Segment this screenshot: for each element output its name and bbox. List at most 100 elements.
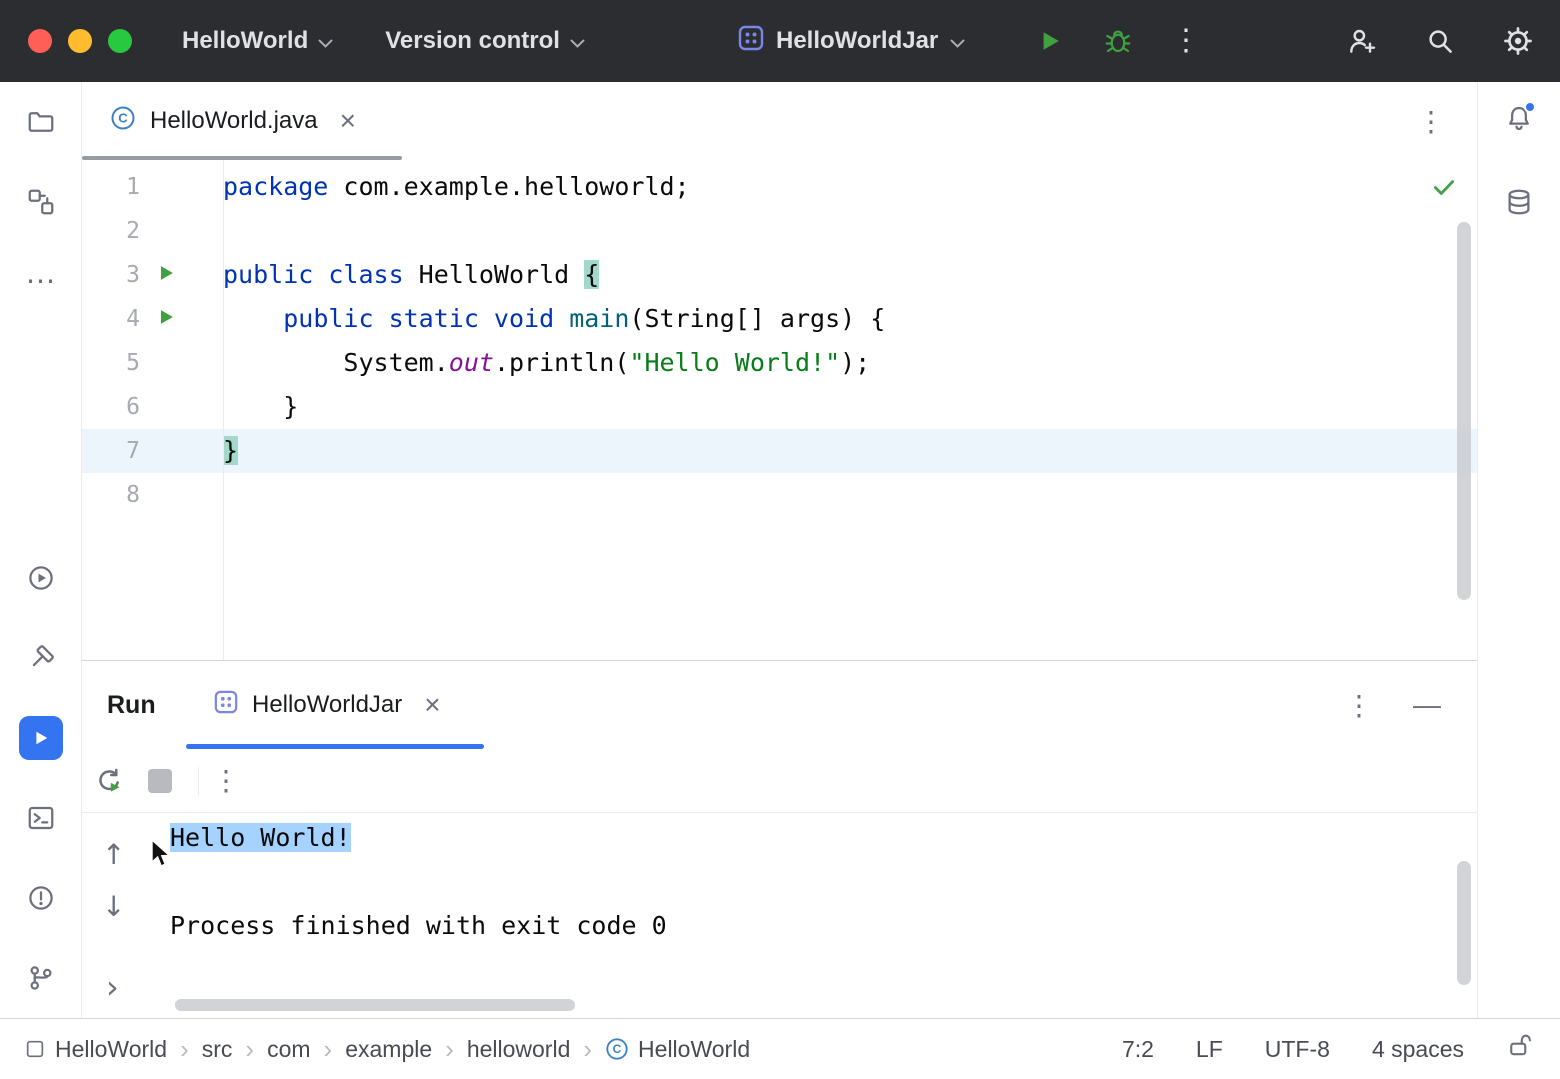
window-controls: [28, 0, 132, 82]
gutter-separator: [223, 160, 224, 660]
more-tool-windows-icon[interactable]: ⋯: [25, 266, 57, 298]
vcs-menu[interactable]: Version control: [385, 27, 585, 55]
add-user-icon[interactable]: [1346, 25, 1378, 57]
run-options-button[interactable]: ⋮: [1345, 689, 1373, 722]
close-window-button[interactable]: [28, 29, 52, 53]
chevron-right-icon: ›: [324, 1036, 333, 1062]
encoding-indicator[interactable]: UTF-8: [1265, 1036, 1330, 1063]
console-lines: Hello World! Process finished with exit c…: [170, 816, 667, 948]
editor-line[interactable]: 8: [82, 473, 1477, 517]
app-icon: [738, 25, 764, 58]
notifications-icon[interactable]: [1503, 104, 1535, 136]
project-menu[interactable]: HelloWorld: [182, 27, 333, 55]
code-line[interactable]: System.out.println("Hello World!");: [223, 341, 870, 385]
editor-tabbar: C HelloWorld.java × ⋮: [82, 82, 1477, 160]
close-icon[interactable]: ×: [340, 107, 356, 135]
close-icon[interactable]: ×: [424, 691, 440, 719]
chevron-down-icon: [950, 27, 965, 55]
editor-line[interactable]: 6 }: [82, 385, 1477, 429]
editor-line[interactable]: 2: [82, 209, 1477, 253]
project-folder-icon[interactable]: [25, 106, 57, 138]
problems-icon[interactable]: [25, 882, 57, 914]
console-line[interactable]: [170, 860, 667, 904]
gutter-cell: [140, 262, 223, 288]
indent-indicator[interactable]: 4 spaces: [1372, 1036, 1464, 1063]
editor-line[interactable]: 5 System.out.println("Hello World!");: [82, 341, 1477, 385]
breadcrumb-item[interactable]: src: [202, 1036, 233, 1063]
inspections-ok-icon[interactable]: [1431, 174, 1457, 204]
titlebar-actions: ⋮: [1034, 0, 1202, 82]
caret-position[interactable]: 7:2: [1122, 1036, 1154, 1063]
editor-line[interactable]: 7}: [82, 429, 1477, 473]
breadcrumb-item[interactable]: HelloWorld: [24, 1036, 167, 1063]
up-arrow-icon[interactable]: ↑: [102, 841, 125, 869]
project-icon: [24, 1038, 46, 1060]
run-tab[interactable]: HelloWorldJar ×: [186, 661, 469, 749]
database-icon[interactable]: [1503, 186, 1535, 218]
hide-panel-button[interactable]: —: [1413, 689, 1441, 721]
run-gutter-icon[interactable]: [155, 262, 177, 288]
stop-icon[interactable]: [143, 749, 177, 813]
breadcrumb-item[interactable]: helloworld: [467, 1036, 571, 1063]
rerun-icon[interactable]: [92, 749, 126, 813]
chevron-down-icon: [570, 27, 585, 55]
breadcrumb-item[interactable]: example: [345, 1036, 432, 1063]
titlebar: HelloWorld Version control HelloWorldJar…: [0, 0, 1560, 82]
vcs-menu-label: Version control: [385, 27, 560, 55]
services-icon[interactable]: [25, 562, 57, 594]
editor-line[interactable]: 3public class HelloWorld {: [82, 253, 1477, 297]
editor-line[interactable]: 1package com.example.helloworld;: [82, 165, 1477, 209]
breadcrumb: HelloWorld›src›com›example›helloworld›CH…: [24, 1019, 750, 1079]
run-configuration-selector[interactable]: HelloWorldJar: [738, 0, 965, 82]
line-number: 4: [82, 306, 140, 332]
editor-scrollbar[interactable]: [1457, 222, 1471, 600]
breadcrumb-item[interactable]: CHelloWorld: [605, 1036, 750, 1063]
line-number: 7: [82, 438, 140, 464]
breadcrumb-label: src: [202, 1036, 233, 1063]
more-actions-button[interactable]: ⋮: [1170, 25, 1202, 57]
breadcrumb-label: HelloWorld: [55, 1036, 167, 1063]
minimize-window-button[interactable]: [68, 29, 92, 53]
code-editor[interactable]: 1package com.example.helloworld;23public…: [82, 160, 1477, 660]
search-icon[interactable]: [1424, 25, 1456, 57]
run-tool-window-button[interactable]: [19, 716, 63, 760]
line-ending-indicator[interactable]: LF: [1196, 1036, 1223, 1063]
structure-icon[interactable]: [25, 186, 57, 218]
console-line[interactable]: Process finished with exit code 0: [170, 904, 667, 948]
code-line[interactable]: }: [223, 429, 238, 473]
console-options-button[interactable]: ⋮: [209, 749, 243, 813]
code-line[interactable]: }: [223, 385, 298, 429]
settings-icon[interactable]: [1502, 25, 1534, 57]
console-line[interactable]: Hello World!: [170, 816, 667, 860]
console-vertical-scrollbar[interactable]: [1457, 861, 1471, 985]
zoom-window-button[interactable]: [108, 29, 132, 53]
editor-tab-label: HelloWorld.java: [150, 107, 318, 135]
notification-badge: [1524, 101, 1536, 113]
tab-options-button[interactable]: ⋮: [1417, 82, 1445, 160]
run-tab-label: HelloWorldJar: [252, 691, 402, 719]
ide-window: HelloWorld Version control HelloWorldJar…: [0, 0, 1560, 1078]
editor-line[interactable]: 4 public static void main(String[] args)…: [82, 297, 1477, 341]
editor-lines: 1package com.example.helloworld;23public…: [82, 165, 1477, 517]
svg-text:C: C: [118, 110, 128, 125]
left-tool-stripe: ⋯: [0, 82, 82, 1018]
version-control-icon[interactable]: [25, 962, 57, 994]
run-gutter-icon[interactable]: [155, 306, 177, 332]
expand-icon[interactable]: ›: [106, 971, 119, 1003]
console-horizontal-scrollbar[interactable]: [175, 999, 575, 1011]
down-arrow-icon[interactable]: ↓: [102, 893, 125, 921]
editor-tab[interactable]: C HelloWorld.java ×: [82, 82, 402, 160]
run-button[interactable]: [1034, 25, 1066, 57]
statusbar: HelloWorld›src›com›example›helloworld›CH…: [0, 1018, 1560, 1078]
terminal-icon[interactable]: [25, 802, 57, 834]
line-number: 5: [82, 350, 140, 376]
run-console[interactable]: ↑ ↓ › Hello World! Process finished with …: [82, 813, 1477, 1019]
lock-icon[interactable]: [1506, 1032, 1534, 1066]
code-line[interactable]: public static void main(String[] args) {: [223, 297, 885, 341]
build-icon[interactable]: [25, 642, 57, 674]
debug-button[interactable]: [1102, 25, 1134, 57]
breadcrumb-item[interactable]: com: [267, 1036, 310, 1063]
code-line[interactable]: public class HelloWorld {: [223, 253, 599, 297]
breadcrumb-label: com: [267, 1036, 310, 1063]
code-line[interactable]: package com.example.helloworld;: [223, 165, 690, 209]
